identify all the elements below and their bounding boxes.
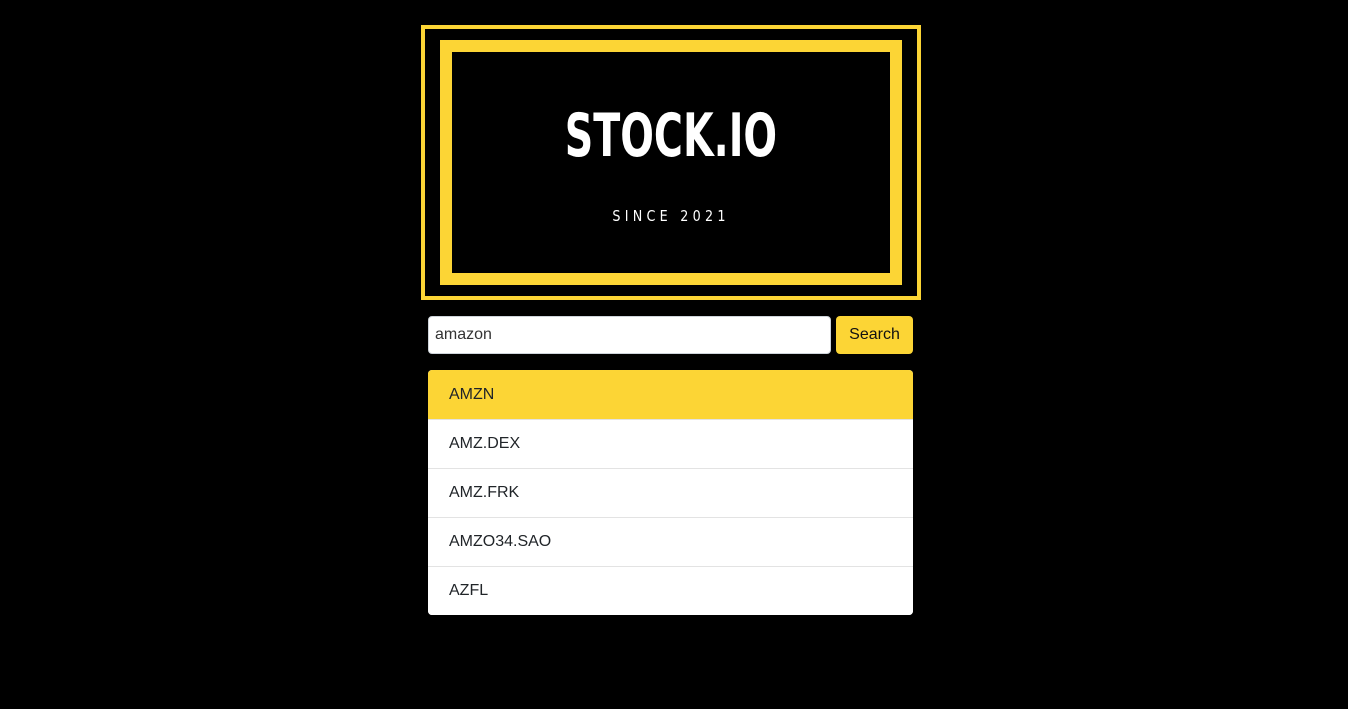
logo-subtitle: SINCE 2021 — [612, 207, 730, 225]
result-item[interactable]: AMZ.FRK — [428, 468, 913, 517]
search-bar: Search — [428, 316, 913, 354]
search-input[interactable] — [428, 316, 831, 354]
result-item[interactable]: AZFL — [428, 566, 913, 615]
logo-inner-frame: STOCK.IO SINCE 2021 — [440, 40, 902, 285]
result-item[interactable]: AMZO34.SAO — [428, 517, 913, 566]
search-button[interactable]: Search — [836, 316, 913, 354]
results-list: AMZN AMZ.DEX AMZ.FRK AMZO34.SAO AZFL — [428, 370, 913, 615]
logo-title: STOCK.IO — [564, 101, 778, 171]
page: STOCK.IO SINCE 2021 Search AMZN AMZ.DEX … — [0, 0, 1348, 709]
logo-frame: STOCK.IO SINCE 2021 — [421, 25, 921, 300]
result-item[interactable]: AMZ.DEX — [428, 419, 913, 468]
result-item[interactable]: AMZN — [428, 370, 913, 419]
